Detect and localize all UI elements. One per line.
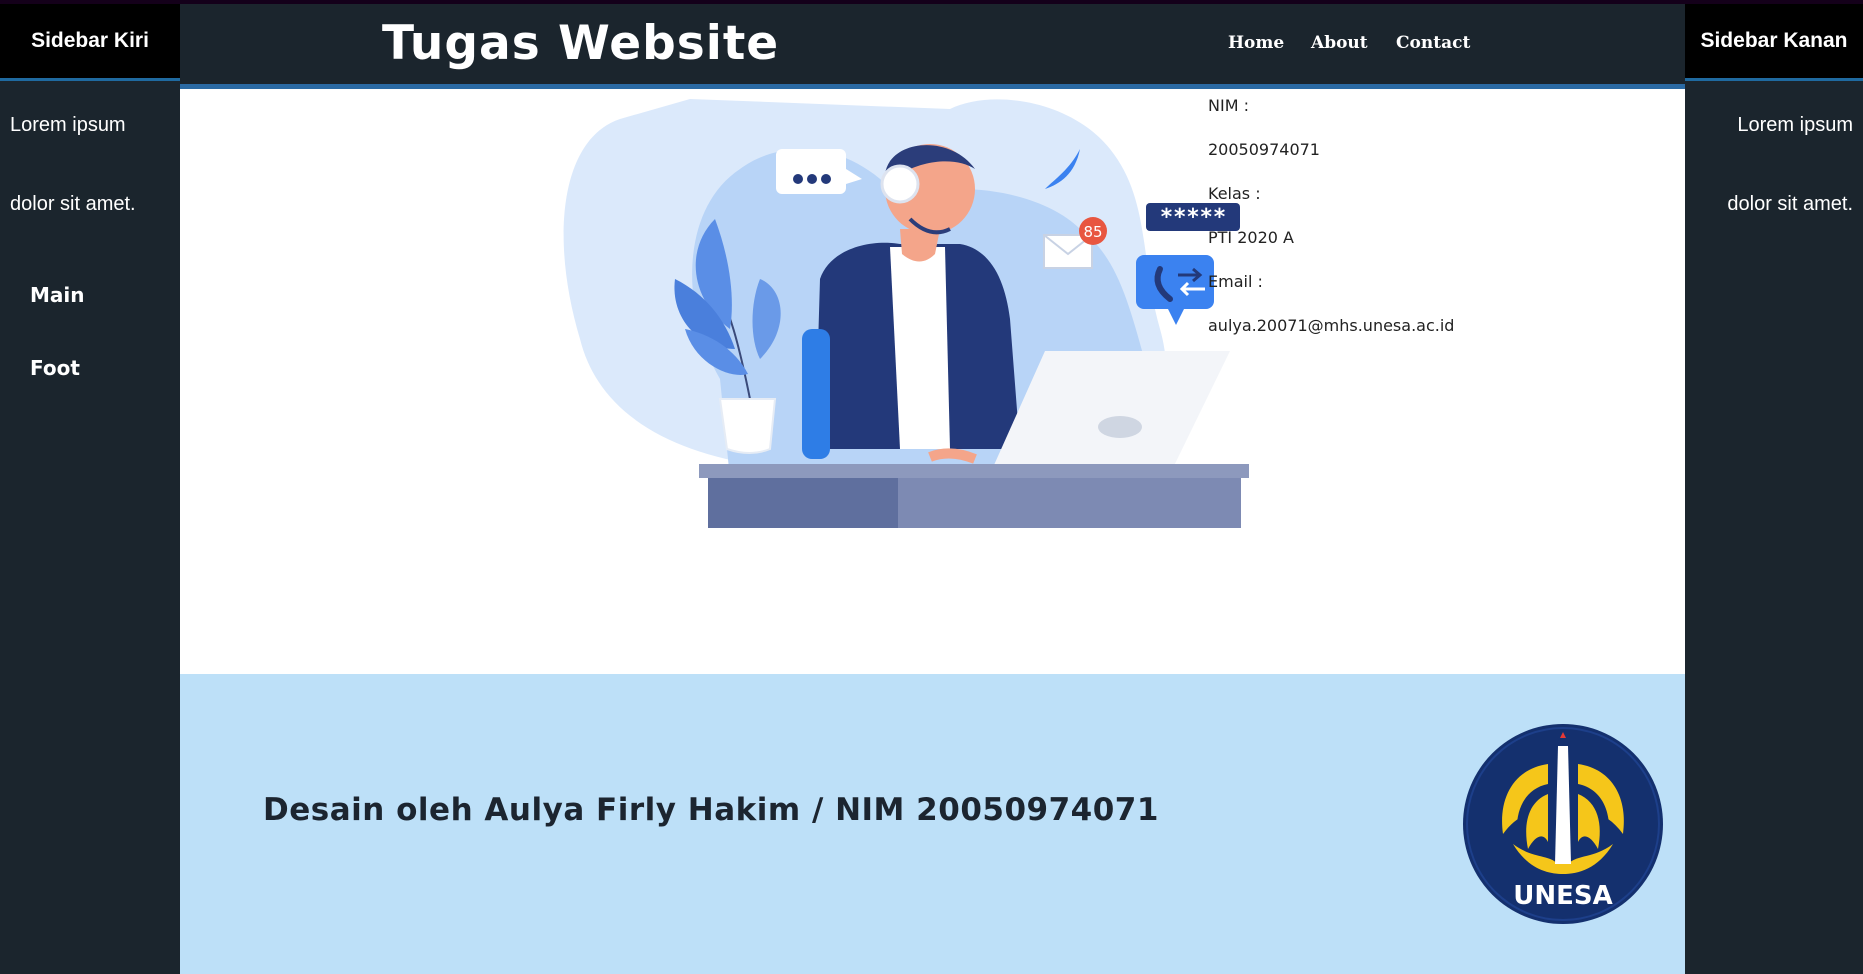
nav-about-link[interactable]: About (1311, 33, 1368, 53)
site-footer: Desain oleh Aulya Firly Hakim / NIM 2005… (180, 674, 1685, 974)
kelas-value: PTI 2020 A (1208, 228, 1294, 247)
sidebar-right-text-1: Lorem ipsum (1737, 114, 1853, 136)
nav-contact-link[interactable]: Contact (1396, 33, 1470, 53)
sidebar-link-main[interactable]: Main (30, 283, 85, 307)
sidebar-left-text-2: dolor sit amet. (10, 193, 136, 215)
sidebar-left: Sidebar Kiri Lorem ipsum dolor sit amet.… (0, 4, 180, 974)
password-mask: ***** (1160, 205, 1226, 230)
sidebar-right-title: Sidebar Kanan (1685, 4, 1863, 81)
kelas-label: Kelas : (1208, 184, 1261, 203)
site-header: Tugas Website Home About Contact (180, 4, 1685, 89)
email-label: Email : (1208, 272, 1263, 291)
notification-count: 85 (1083, 223, 1102, 241)
nav-home-link[interactable]: Home (1228, 33, 1284, 53)
nim-label: NIM : (1208, 96, 1249, 115)
sidebar-right: Sidebar Kanan Lorem ipsum dolor sit amet… (1685, 4, 1863, 974)
site-title: Tugas Website (382, 16, 780, 71)
sidebar-left-title: Sidebar Kiri (0, 4, 180, 81)
logo-text: UNESA (1513, 881, 1612, 911)
sidebar-left-text-1: Lorem ipsum (10, 114, 126, 136)
email-value: aulya.20071@mhs.unesa.ac.id (1208, 316, 1455, 335)
unesa-logo: UNESA (1463, 724, 1663, 924)
nim-value: 20050974071 (1208, 140, 1320, 159)
footer-credit: Desain oleh Aulya Firly Hakim / NIM 2005… (263, 792, 1159, 828)
sidebar-right-text-2: dolor sit amet. (1727, 193, 1853, 215)
main-content: 85 ***** NIM : 20050974071 Kelas : PTI 2… (180, 89, 1685, 674)
sidebar-link-foot[interactable]: Foot (30, 356, 80, 380)
